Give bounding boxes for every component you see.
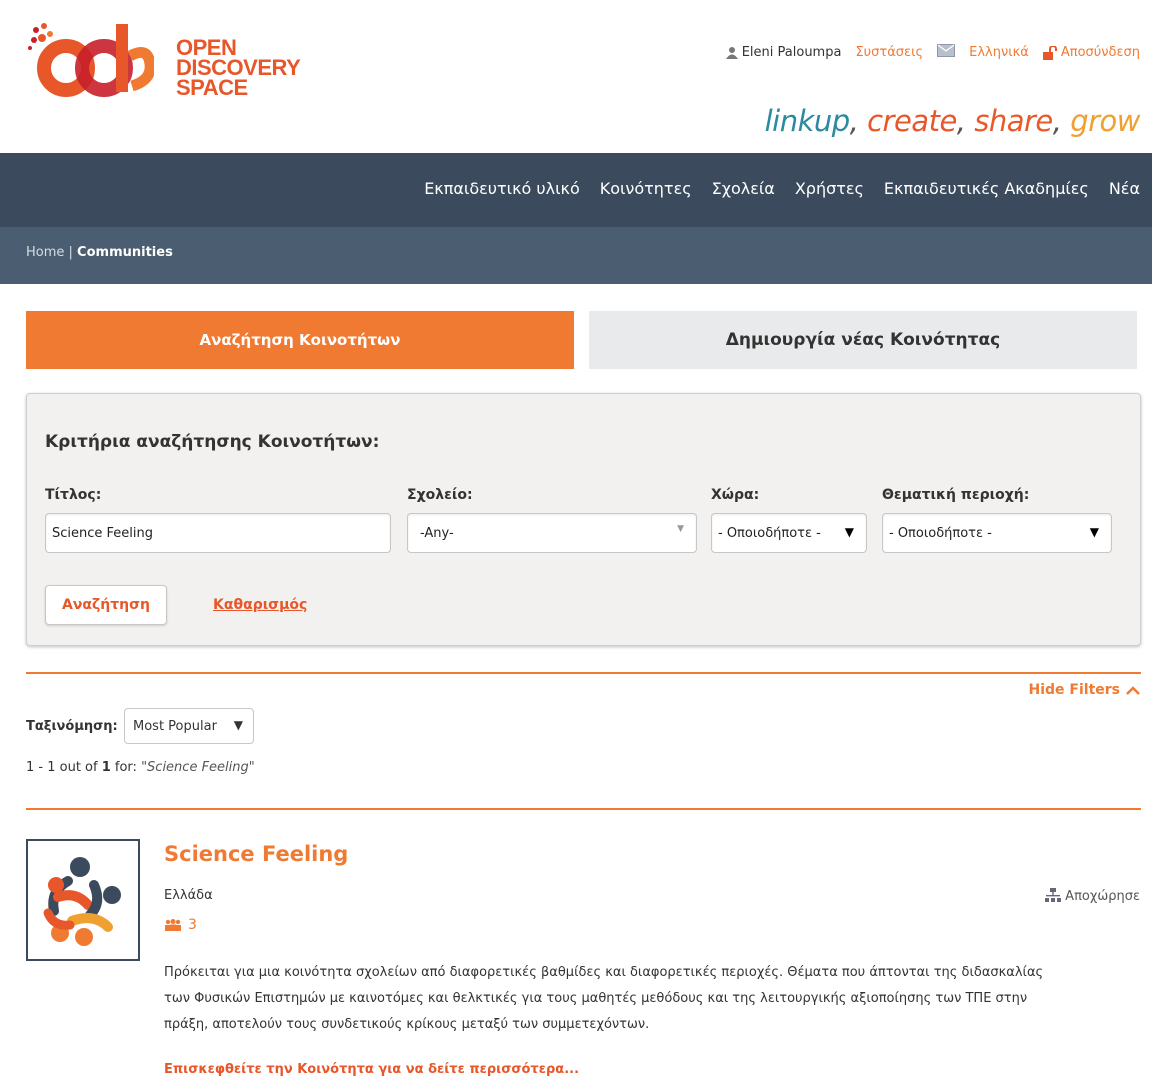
dropdown-arrow-icon: ▼ bbox=[1089, 525, 1099, 539]
title-label: Τίτλος: bbox=[45, 487, 102, 503]
criteria-title: Κριτήρια αναζήτησης Κοινοτήτων: bbox=[45, 432, 380, 452]
breadcrumb: Home | Communities bbox=[0, 227, 1152, 284]
leave-community-link[interactable]: Αποχώρησε bbox=[1045, 888, 1140, 904]
breadcrumb-home[interactable]: Home bbox=[26, 245, 64, 260]
visit-community-link[interactable]: Επισκεφθείτε την Κοινότητα για να δείτε … bbox=[164, 1062, 579, 1077]
leave-label: Αποχώρησε bbox=[1065, 888, 1140, 904]
messages-link[interactable] bbox=[937, 44, 956, 61]
dropdown-arrow-icon: ▼ bbox=[233, 718, 243, 732]
country-label: Χώρα: bbox=[711, 487, 760, 503]
sort-label: Ταξινόμηση: bbox=[26, 719, 118, 734]
sort-select[interactable]: Most Popular ▼ bbox=[124, 708, 254, 744]
user-name: Eleni Paloumpa bbox=[741, 45, 842, 60]
envelope-icon bbox=[937, 44, 956, 57]
logo-mark-icon bbox=[28, 23, 156, 97]
members-icon bbox=[165, 919, 181, 931]
nav-item-news[interactable]: Νέα bbox=[1109, 179, 1140, 198]
community-description: Πρόκειται για μια κοινότητα σχολείων από… bbox=[164, 965, 1044, 1032]
chevron-down-icon: ▼ bbox=[677, 524, 684, 534]
divider bbox=[26, 808, 1141, 810]
sort-select-value: Most Popular bbox=[133, 718, 217, 734]
tagline: linkup, create, share, grow bbox=[764, 104, 1141, 138]
search-button[interactable]: Αναζήτηση bbox=[45, 585, 167, 625]
tab-search-communities[interactable]: Αναζήτηση Κοινοτήτων bbox=[26, 311, 574, 369]
nav-item-communities[interactable]: Κοινότητες bbox=[600, 179, 692, 198]
nav-item-academies[interactable]: Εκπαιδευτικές Ακαδημίες bbox=[884, 179, 1089, 198]
search-criteria-panel: Κριτήρια αναζήτησης Κοινοτήτων: Τίτλος: … bbox=[26, 393, 1141, 646]
school-label: Σχολείο: bbox=[407, 487, 473, 503]
tab-create-community[interactable]: Δημιουργία νέας Κοινότητας bbox=[589, 311, 1137, 369]
tagline-share: share bbox=[974, 104, 1053, 138]
community-people-icon bbox=[43, 857, 121, 946]
logo-word-3: SPACE bbox=[176, 75, 248, 100]
community-members: 3 bbox=[164, 917, 197, 933]
chevron-up-icon bbox=[1126, 685, 1140, 695]
title-input-value: Science Feeling bbox=[52, 525, 154, 541]
tagline-grow: grow bbox=[1070, 104, 1140, 138]
dropdown-arrow-icon: ▼ bbox=[844, 525, 854, 539]
members-count: 3 bbox=[188, 917, 197, 933]
site-logo[interactable]: OPEN DISCOVERY SPACE bbox=[24, 16, 301, 102]
recommendations-link[interactable]: Συστάσεις bbox=[855, 45, 923, 60]
results-count: 1 - 1 out of 1 for: "Science Feeling" bbox=[26, 760, 255, 775]
breadcrumb-current: Communities bbox=[77, 245, 173, 260]
unlock-icon bbox=[1042, 45, 1057, 60]
tagline-linkup: linkup bbox=[764, 104, 851, 138]
community-title-link[interactable]: Science Feeling bbox=[164, 842, 348, 866]
nav-item-users[interactable]: Χρήστες bbox=[795, 179, 864, 198]
count-total: 1 bbox=[101, 760, 111, 775]
count-query: "Science Feeling" bbox=[141, 760, 255, 775]
divider bbox=[26, 672, 1141, 674]
title-input[interactable]: Science Feeling bbox=[45, 513, 391, 553]
community-country: Ελλάδα bbox=[164, 888, 213, 903]
logout-link[interactable]: Αποσύνδεση bbox=[1042, 45, 1140, 60]
nav-item-materials[interactable]: Εκπαιδευτικό υλικό bbox=[424, 179, 580, 198]
top-links: Eleni Paloumpa Συστάσεις Ελληνικά Αποσύν… bbox=[725, 44, 1140, 61]
tagline-create: create bbox=[867, 104, 957, 138]
topic-label: Θεματική περιοχή: bbox=[882, 487, 1030, 503]
country-select-value: - Οποιοδήποτε - bbox=[718, 525, 821, 541]
logout-label: Αποσύνδεση bbox=[1060, 45, 1140, 60]
school-select[interactable]: -Any- ▼ bbox=[407, 513, 697, 553]
logo-text: OPEN DISCOVERY SPACE bbox=[176, 37, 301, 100]
nav-item-schools[interactable]: Σχολεία bbox=[712, 179, 775, 198]
breadcrumb-separator: | bbox=[68, 245, 78, 260]
count-range: 1 - 1 out of bbox=[26, 760, 102, 775]
user-link[interactable]: Eleni Paloumpa bbox=[725, 45, 842, 60]
hide-filters-label: Hide Filters bbox=[1028, 682, 1121, 698]
site-header: OPEN DISCOVERY SPACE Eleni Paloumpa Συστ… bbox=[0, 0, 1152, 155]
language-link[interactable]: Ελληνικά bbox=[969, 45, 1029, 60]
hierarchy-icon bbox=[1045, 888, 1062, 902]
main-nav: Εκπαιδευτικό υλικό Κοινότητες Σχολεία Χρ… bbox=[0, 153, 1152, 227]
school-select-value: -Any- bbox=[420, 525, 454, 541]
hide-filters-link[interactable]: Hide Filters bbox=[1029, 682, 1141, 698]
topic-select-value: - Οποιοδήποτε - bbox=[889, 525, 992, 541]
clear-link[interactable]: Καθαρισμός bbox=[213, 597, 307, 613]
user-icon bbox=[725, 47, 738, 59]
community-thumbnail[interactable] bbox=[26, 839, 140, 961]
count-for: for: bbox=[110, 760, 142, 775]
country-select[interactable]: - Οποιοδήποτε - ▼ bbox=[711, 513, 867, 553]
topic-select[interactable]: - Οποιοδήποτε - ▼ bbox=[882, 513, 1112, 553]
